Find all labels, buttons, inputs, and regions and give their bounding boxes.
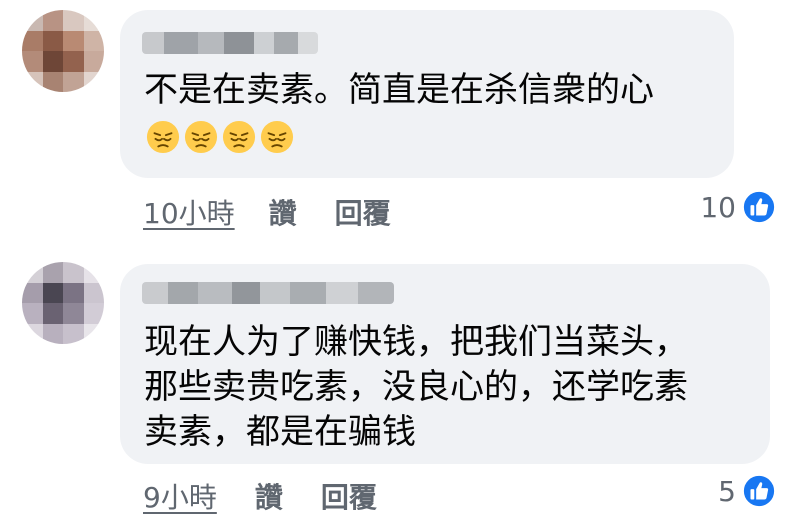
avatar[interactable] (22, 10, 104, 92)
comment-timestamp[interactable]: 10小時 (143, 192, 235, 232)
comment-timestamp[interactable]: 9小時 (143, 476, 217, 516)
pensive-face-emoji (260, 120, 294, 154)
like-icon (742, 190, 776, 224)
comment-actions: 10小時 讚 回覆 (143, 192, 391, 232)
reaction-count: 5 (718, 474, 736, 508)
like-icon (742, 474, 776, 508)
reply-button[interactable]: 回覆 (335, 192, 391, 232)
reaction-summary[interactable]: 10 (700, 190, 776, 224)
pensive-face-emoji (184, 120, 218, 154)
comment-line: 不是在卖素。简直是在杀信衆的心 (144, 70, 654, 110)
like-button[interactable]: 讚 (269, 192, 297, 232)
comment-line: 卖素，都是在骗钱 (144, 412, 416, 452)
comment-actions: 9小時 讚 回覆 (143, 476, 377, 516)
reply-button[interactable]: 回覆 (321, 476, 377, 516)
reaction-count: 10 (700, 190, 736, 224)
comment-bubble: 现在人为了赚快钱，把我们当菜头， 那些卖贵吃素，没良心的，还学吃素 卖素，都是在… (120, 264, 770, 464)
author-name-redacted[interactable] (142, 32, 318, 54)
like-button[interactable]: 讚 (255, 476, 283, 516)
author-name-redacted[interactable] (142, 282, 394, 304)
pensive-face-emoji (222, 120, 256, 154)
comment-line: 那些卖贵吃素，没良心的，还学吃素 (144, 367, 688, 407)
comment-text: 不是在卖素。简直是在杀信衆的心 (144, 68, 654, 113)
emoji-row (146, 120, 294, 154)
reaction-summary[interactable]: 5 (718, 474, 776, 508)
comment-line: 现在人为了赚快钱，把我们当菜头， (144, 322, 688, 362)
comment-text: 现在人为了赚快钱，把我们当菜头， 那些卖贵吃素，没良心的，还学吃素 卖素，都是在… (144, 320, 688, 455)
comment-bubble: 不是在卖素。简直是在杀信衆的心 (120, 10, 734, 178)
pensive-face-emoji (146, 120, 180, 154)
avatar[interactable] (22, 262, 104, 344)
